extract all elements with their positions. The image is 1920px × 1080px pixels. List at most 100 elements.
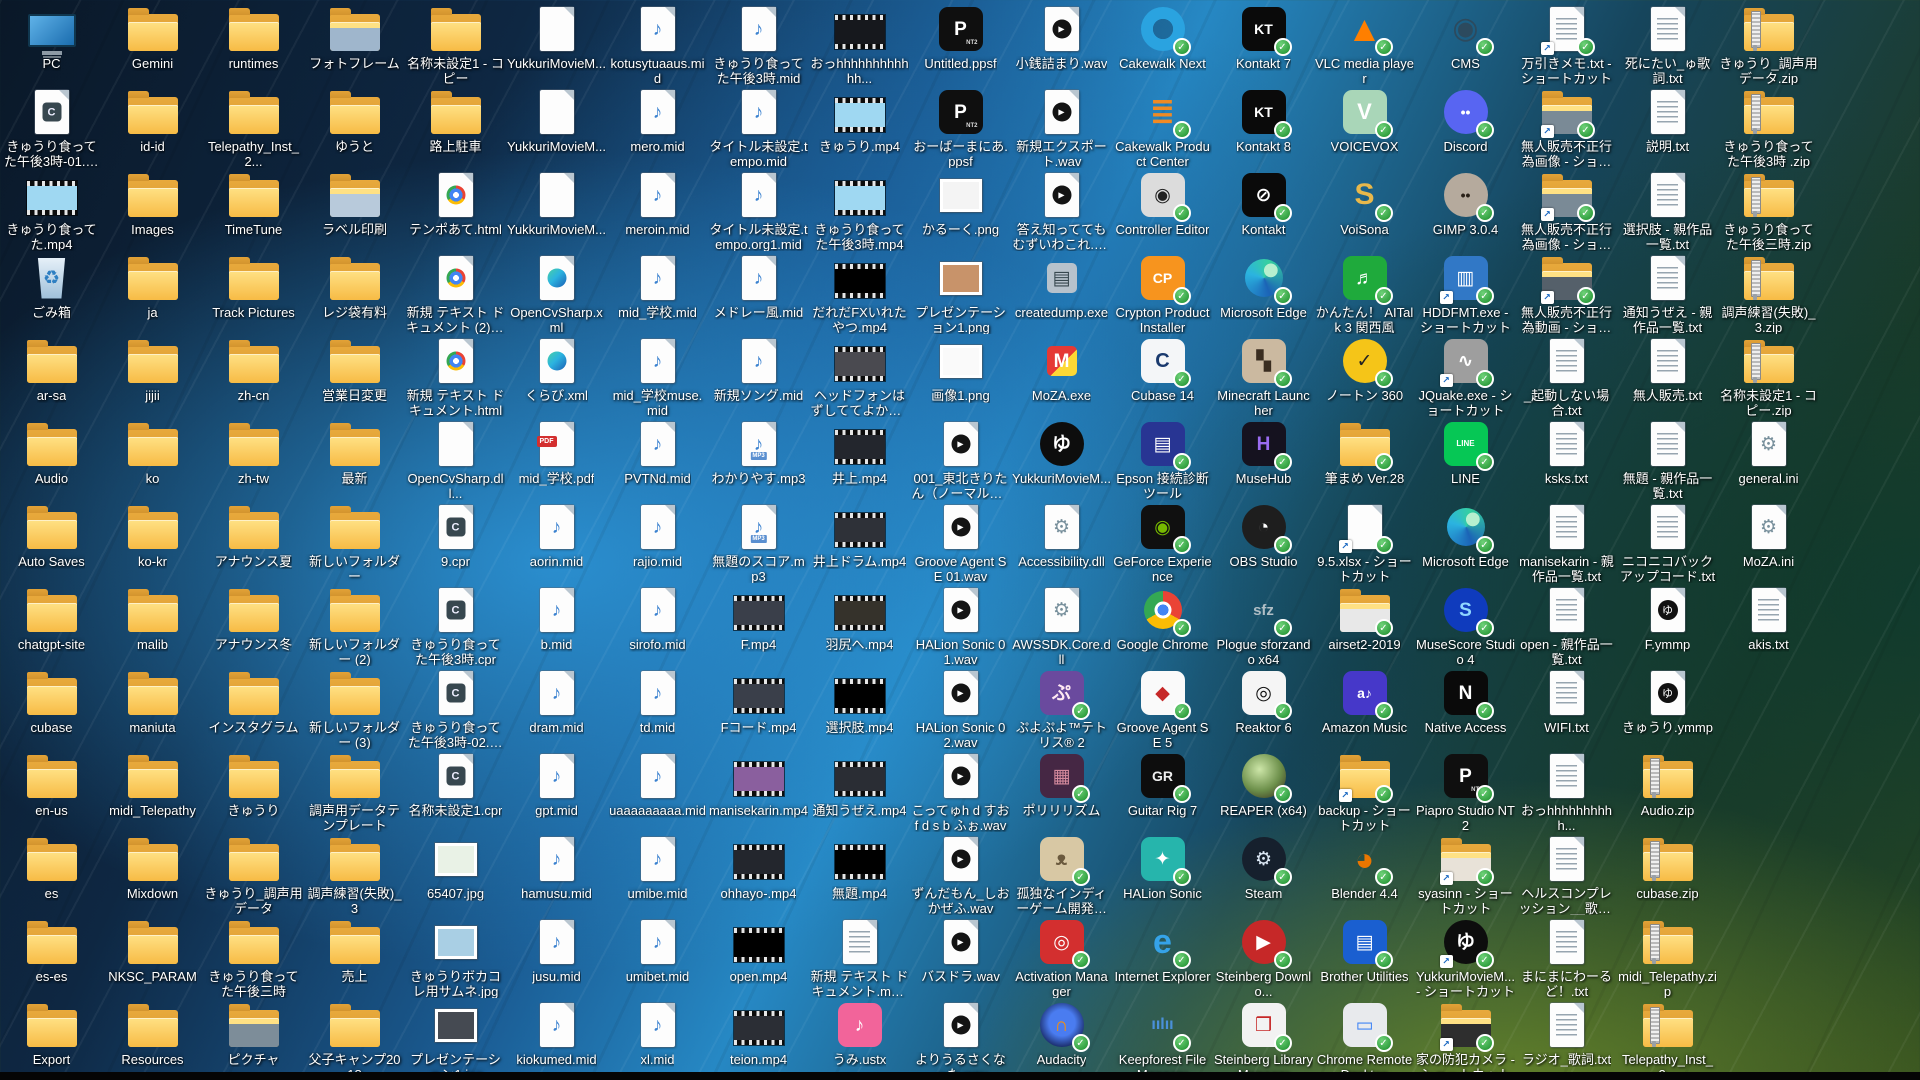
- desktop-icon[interactable]: 新しいフォルダー (2): [304, 583, 405, 666]
- desktop-icon[interactable]: 路上駐車: [405, 85, 506, 168]
- desktop-icon[interactable]: まにまにわーるど！.txt: [1516, 915, 1617, 998]
- desktop-icon[interactable]: Groove Agent SE 01.wav: [910, 500, 1011, 583]
- desktop-icon[interactable]: C✓Cubase 14: [1112, 334, 1213, 417]
- desktop-icon[interactable]: teion.mp4: [708, 998, 809, 1080]
- desktop-icon[interactable]: ⚙✓Steam: [1213, 832, 1314, 915]
- desktop-icon[interactable]: プレゼンテーション1.png: [910, 251, 1011, 334]
- desktop-icon[interactable]: 羽尻へ.mp4: [809, 583, 910, 666]
- desktop-icon[interactable]: きゅうり食ってた午後3時-02.cpr: [405, 666, 506, 749]
- desktop-icon[interactable]: 死にたい_ゅ歌詞.txt: [1617, 2, 1718, 85]
- desktop-icon[interactable]: こってゅh d すお f d s b ふぉ.wav: [910, 749, 1011, 832]
- desktop-icon[interactable]: open - 親作品一覧.txt: [1516, 583, 1617, 666]
- desktop-icon[interactable]: ≣✓Cakewalk Product Center: [1112, 85, 1213, 168]
- desktop-icon[interactable]: ゆYukkuriMovieM...: [1011, 417, 1112, 500]
- desktop-icon[interactable]: インスタグラム: [203, 666, 304, 749]
- desktop-icon[interactable]: YukkuriMovieM...: [506, 2, 607, 85]
- desktop-icon[interactable]: ♪b.mid: [506, 583, 607, 666]
- desktop-icon[interactable]: ♪mid_学校.mid: [607, 251, 708, 334]
- desktop-icon[interactable]: ohhayo-.mp4: [708, 832, 809, 915]
- desktop-icon[interactable]: テンポあて.html: [405, 168, 506, 251]
- desktop-icon[interactable]: プレゼンテーション1.jpg: [405, 998, 506, 1080]
- desktop-icon[interactable]: PC: [1, 2, 102, 85]
- desktop-icon[interactable]: ⊘✓Kontakt: [1213, 168, 1314, 251]
- desktop-icon[interactable]: ıılıı✓Keepforest File Manager: [1112, 998, 1213, 1080]
- desktop-icon[interactable]: ♪gpt.mid: [506, 749, 607, 832]
- desktop-icon[interactable]: ♪umibet.mid: [607, 915, 708, 998]
- desktop-icon[interactable]: ▤✓Epson 接続診断ツール: [1112, 417, 1213, 500]
- desktop-icon[interactable]: F.mp4: [708, 583, 809, 666]
- desktop-icon[interactable]: ✓↗backup - ショートカット: [1314, 749, 1415, 832]
- desktop-icon[interactable]: ▚✓Minecraft Launcher: [1213, 334, 1314, 417]
- desktop-icon[interactable]: ◎✓Reaktor 6: [1213, 666, 1314, 749]
- desktop-icon[interactable]: ◉✓Controller Editor: [1112, 168, 1213, 251]
- desktop-icon[interactable]: ko-kr: [102, 500, 203, 583]
- desktop-icon[interactable]: Audio: [1, 417, 102, 500]
- desktop-icon[interactable]: chatgpt-site: [1, 583, 102, 666]
- desktop-icon[interactable]: 無人販売.txt: [1617, 334, 1718, 417]
- desktop-icon[interactable]: ✦✓HALion Sonic: [1112, 832, 1213, 915]
- desktop-icon[interactable]: CP✓Crypton Product Installer: [1112, 251, 1213, 334]
- desktop-icon[interactable]: きゅうりボカコレ用サムネ.jpg: [405, 915, 506, 998]
- desktop-icon[interactable]: cubase.zip: [1617, 832, 1718, 915]
- desktop-icon[interactable]: ♪mero.mid: [607, 85, 708, 168]
- desktop-icon[interactable]: ♪タイトル未設定.tempo.mid: [708, 85, 809, 168]
- desktop-icon[interactable]: ♪kotusytuaaus.mid: [607, 2, 708, 85]
- desktop-icon[interactable]: ♪タイトル未設定.tempo.org1.mid: [708, 168, 809, 251]
- desktop-icon[interactable]: 調声用データテンプレート: [304, 749, 405, 832]
- desktop-icon[interactable]: manisekarin - 親作品一覧.txt: [1516, 500, 1617, 583]
- desktop-icon[interactable]: ⚙general.ini: [1718, 417, 1819, 500]
- desktop-icon[interactable]: ♪無題のスコア.mp3: [708, 500, 809, 583]
- desktop-icon[interactable]: F.ymmp: [1617, 583, 1718, 666]
- desktop-icon[interactable]: 65407.jpg: [405, 832, 506, 915]
- desktop-icon[interactable]: きゅうり_調声用データ.zip: [1718, 2, 1819, 85]
- desktop-icon[interactable]: Telepathy_Inst_2...: [1617, 998, 1718, 1080]
- desktop-icon[interactable]: ♪きゅうり食ってた午後3時.mid: [708, 2, 809, 85]
- desktop-icon[interactable]: 調声練習(失敗)_3: [304, 832, 405, 915]
- desktop-icon[interactable]: バスドラ.wav: [910, 915, 1011, 998]
- desktop-icon[interactable]: ♪umibe.mid: [607, 832, 708, 915]
- desktop-icon[interactable]: アナウンス冬: [203, 583, 304, 666]
- desktop-icon[interactable]: きゅうり.mp4: [809, 85, 910, 168]
- desktop-icon[interactable]: ✓↗無人販売不正行為画像 - ショートカッ...: [1516, 85, 1617, 168]
- desktop-icon[interactable]: Gemini: [102, 2, 203, 85]
- desktop-icon[interactable]: ✓airset2-2019: [1314, 583, 1415, 666]
- desktop-icon[interactable]: id-id: [102, 85, 203, 168]
- desktop-icon[interactable]: 名称未設定1.cpr: [405, 749, 506, 832]
- desktop-icon[interactable]: ✓↗万引きメモ.txt - ショートカット: [1516, 2, 1617, 85]
- desktop-icon[interactable]: きゅうり食ってた.mp4: [1, 168, 102, 251]
- desktop-icon[interactable]: ♻ごみ箱: [1, 251, 102, 334]
- desktop-icon[interactable]: runtimes: [203, 2, 304, 85]
- desktop-icon[interactable]: ♪dram.mid: [506, 666, 607, 749]
- desktop-icon[interactable]: OpenCvSharp.xml: [506, 251, 607, 334]
- desktop-icon[interactable]: 新規 テキスト ドキュメント.html: [405, 334, 506, 417]
- desktop-icon[interactable]: N✓Native Access: [1415, 666, 1516, 749]
- desktop-icon[interactable]: 9.cpr: [405, 500, 506, 583]
- desktop-icon[interactable]: きゅうり食ってた午後三時: [203, 915, 304, 998]
- desktop-icon[interactable]: ゆうと: [304, 85, 405, 168]
- desktop-icon[interactable]: ∩✓Audacity: [1011, 998, 1112, 1080]
- desktop-icon[interactable]: 無題.mp4: [809, 832, 910, 915]
- desktop-icon[interactable]: Pおーばーまにあ.ppsf: [910, 85, 1011, 168]
- desktop-icon[interactable]: V✓VOICEVOX: [1314, 85, 1415, 168]
- desktop-icon[interactable]: 新規エクスポート.wav: [1011, 85, 1112, 168]
- desktop-icon[interactable]: mid_学校.pdf: [506, 417, 607, 500]
- desktop-icon[interactable]: 説明.txt: [1617, 85, 1718, 168]
- desktop-icon[interactable]: KT✓Kontakt 8: [1213, 85, 1314, 168]
- desktop-icon[interactable]: S✓MuseScore Studio 4: [1415, 583, 1516, 666]
- desktop-icon[interactable]: ••✓GIMP 3.0.4: [1415, 168, 1516, 251]
- desktop-icon[interactable]: ◔✓OBS Studio: [1213, 500, 1314, 583]
- desktop-icon[interactable]: きゅうり食ってた午後三時.zip: [1718, 168, 1819, 251]
- desktop-icon[interactable]: Mixdown: [102, 832, 203, 915]
- desktop-icon[interactable]: ラベル印刷: [304, 168, 405, 251]
- desktop-icon[interactable]: ♪メドレー風.mid: [708, 251, 809, 334]
- desktop-icon[interactable]: e✓Internet Explorer: [1112, 915, 1213, 998]
- desktop-icon[interactable]: ♪uaaaaaaaaa.mid: [607, 749, 708, 832]
- desktop-icon[interactable]: 新しいフォルダー: [304, 500, 405, 583]
- desktop-icon[interactable]: ✓✓ノートン 360: [1314, 334, 1415, 417]
- desktop-icon[interactable]: ▥✓↗HDDFMT.exe - ショートカット: [1415, 251, 1516, 334]
- desktop-icon[interactable]: ♪hamusu.mid: [506, 832, 607, 915]
- desktop-icon[interactable]: Auto Saves: [1, 500, 102, 583]
- desktop-icon[interactable]: ♪mid_学校muse.mid: [607, 334, 708, 417]
- desktop-icon[interactable]: ♪うみ.ustx: [809, 998, 910, 1080]
- desktop-icon[interactable]: sfz✓Plogue sforzando x64: [1213, 583, 1314, 666]
